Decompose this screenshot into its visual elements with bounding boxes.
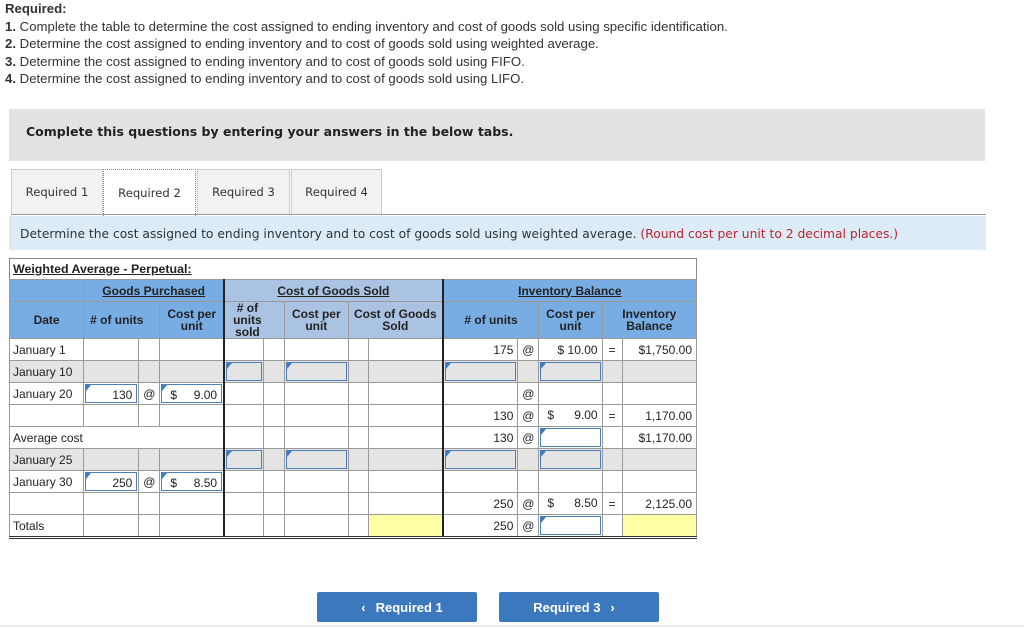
row-date: January 30 [8, 470, 85, 493]
cogs-units-input[interactable] [226, 450, 262, 469]
equals-sign: = [601, 338, 623, 361]
ib-units: 175 [441, 338, 519, 361]
prev-required-1-button[interactable]: ‹ Required 1 [317, 592, 477, 622]
header-ib-cost: Cost per unit [538, 301, 603, 339]
table-title: Weighted Average - Perpetual: [13, 262, 192, 276]
banner-text: Complete this questions by entering your… [26, 124, 514, 139]
ib-total: $1,170.00 [621, 426, 698, 449]
required-item-4: 4. Determine the cost assigned to ending… [5, 71, 525, 87]
tab-required-3[interactable]: Required 3 [197, 169, 290, 214]
instruction-text: Determine the cost assigned to ending in… [20, 227, 637, 241]
group-cost-of-goods-sold: Cost of Goods Sold [277, 283, 390, 298]
row-average-cost: Average cost 130 @ $1,170.00 [9, 426, 698, 449]
cogs-cost-input[interactable] [285, 450, 347, 469]
footer-divider [0, 625, 1024, 627]
at-sign: @ [517, 382, 540, 405]
at-sign: @ [517, 338, 540, 361]
average-cost-input[interactable] [540, 428, 601, 447]
tab-required-2[interactable]: Required 2 [103, 169, 196, 216]
ib-units-input[interactable] [444, 450, 517, 469]
row-totals: Totals 250 @ [8, 514, 698, 538]
header-ib-total: Inventory Balance [601, 301, 698, 339]
group-inventory-balance: Inventory Balance [518, 283, 622, 298]
rounding-note: (Round cost per unit to 2 decimal places… [640, 227, 899, 241]
table-title-row: Weighted Average - Perpetual: [9, 258, 697, 279]
question-instruction: Determine the cost assigned to ending in… [9, 216, 986, 250]
ib-units: 130 [441, 426, 519, 449]
ib-cost: 9.00 [574, 408, 598, 422]
gp-units-input[interactable]: 250 [85, 472, 138, 491]
total-cogs-answer[interactable] [367, 514, 444, 538]
row-date: January 10 [8, 360, 85, 383]
group-header-row: Goods Purchased Cost of Goods Sold Inven… [8, 279, 697, 302]
row-january-30: January 30 250 @ $8.50 [8, 470, 698, 493]
group-goods-purchased: Goods Purchased [102, 283, 205, 298]
prev-button-label: Required 1 [375, 599, 443, 615]
at-sign: @ [138, 382, 161, 405]
tab-required-1[interactable]: Required 1 [11, 169, 103, 214]
tab-required-4[interactable]: Required 4 [291, 169, 382, 214]
gp-units-input[interactable]: 130 [85, 384, 138, 403]
header-gp-cost: Cost per unit [159, 301, 225, 339]
row-january-1: January 1 175 @ $ 10.00 = $1,750.00 [8, 338, 698, 361]
tab-divider [11, 214, 986, 215]
ib-total: 2,125.00 [621, 492, 698, 515]
header-ib-units: # of units [441, 301, 540, 339]
chevron-left-icon: ‹ [361, 599, 366, 615]
header-gp-units: # of units [83, 301, 161, 339]
ib-units: 250 [441, 514, 519, 538]
required-heading: Required: [5, 1, 67, 16]
header-cogs-units: # of units sold [223, 301, 285, 339]
total-cost-input[interactable] [540, 516, 601, 535]
row-january-30-balance: 250 @ $8.50 = 2,125.00 [8, 492, 698, 515]
cogs-cost-input[interactable] [285, 362, 347, 381]
ib-cost: 8.50 [574, 496, 598, 510]
ib-total: 1,170.00 [621, 404, 698, 427]
at-sign: @ [138, 470, 161, 493]
row-january-10: January 10 [8, 360, 698, 383]
row-date: Average cost [9, 426, 225, 449]
inventory-grid: Goods Purchased Cost of Goods Sold Inven… [8, 279, 698, 539]
ib-cost-input[interactable] [540, 450, 601, 469]
row-date: January 1 [8, 338, 85, 361]
next-required-3-button[interactable]: Required 3 › [499, 592, 659, 622]
ending-inventory-answer[interactable] [621, 514, 698, 538]
cogs-units-input[interactable] [226, 362, 262, 381]
equals-sign: = [601, 404, 623, 427]
at-sign: @ [517, 492, 540, 515]
row-date: January 20 [8, 382, 85, 405]
ib-cost-input[interactable] [540, 362, 601, 381]
required-item-2: 2. Determine the cost assigned to ending… [5, 36, 599, 52]
ib-cost: $ 10.00 [538, 338, 603, 361]
equals-sign: = [601, 492, 623, 515]
at-sign: @ [517, 404, 540, 427]
required-item-1: 1. Complete the table to determine the c… [5, 18, 728, 34]
required-instructions: Required: 1. Complete the table to deter… [5, 0, 728, 88]
header-date: Date [8, 301, 85, 339]
next-button-label: Required 3 [533, 599, 601, 615]
instructions-banner: Complete this questions by entering your… [9, 109, 985, 161]
weighted-average-table: Weighted Average - Perpetual: Goods Purc… [8, 258, 698, 539]
gp-cost-input[interactable]: $9.00 [161, 384, 223, 403]
ib-total: $1,750.00 [621, 338, 698, 361]
row-date: Totals [8, 514, 85, 538]
required-item-3: 3. Determine the cost assigned to ending… [5, 53, 525, 69]
at-sign: @ [517, 426, 540, 449]
header-cogs-total: Cost of Goods Sold [347, 301, 444, 339]
ib-units: 130 [441, 404, 519, 427]
row-january-25: January 25 [8, 448, 698, 471]
ib-units-input[interactable] [444, 362, 517, 381]
ib-units: 250 [441, 492, 519, 515]
column-header-row: Date # of units Cost per unit # of units… [8, 301, 698, 339]
chevron-right-icon: › [610, 599, 615, 615]
row-january-20-balance: 130 @ $9.00 = 1,170.00 [8, 404, 698, 427]
at-sign: @ [517, 514, 540, 538]
header-cogs-cost: Cost per unit [283, 301, 349, 339]
gp-cost-input[interactable]: $8.50 [161, 472, 223, 491]
row-january-20: January 20 130 @ $9.00 @ [8, 382, 698, 405]
row-date: January 25 [8, 448, 85, 471]
